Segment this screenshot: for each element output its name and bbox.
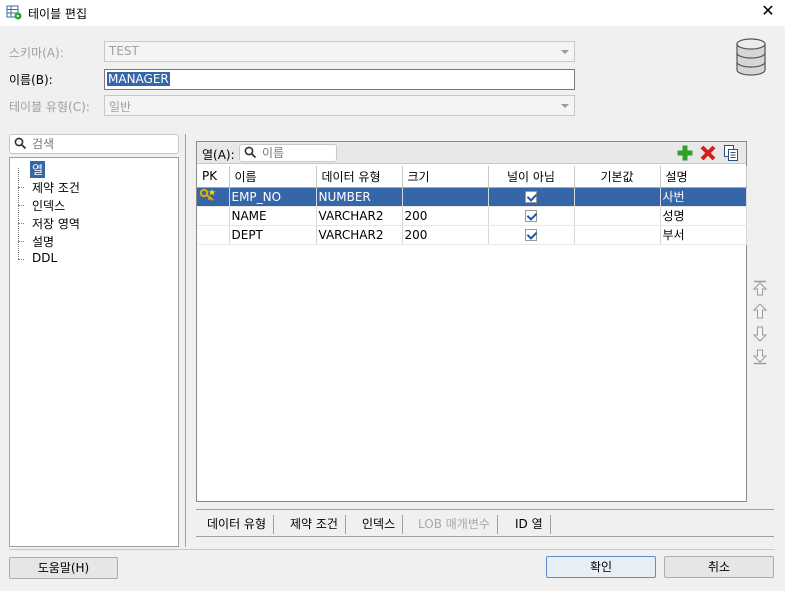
size-cell[interactable]: 200 (402, 225, 489, 245)
not-null-checkbox[interactable] (525, 210, 537, 222)
header-pk[interactable]: PK (197, 166, 230, 188)
delete-column-button[interactable] (699, 144, 717, 162)
tab-identity-column[interactable]: ID 열 (508, 515, 551, 534)
close-button[interactable]: ✕ (754, 0, 782, 24)
copy-column-button[interactable] (722, 144, 740, 162)
help-button[interactable]: 도움말(H) (9, 557, 118, 579)
nav-item-ddl[interactable]: DDL (32, 251, 57, 265)
header-not-null[interactable]: 널이 아님 (488, 166, 575, 188)
name-cell[interactable]: EMP_NO (229, 187, 317, 207)
cancel-button[interactable]: 취소 (664, 556, 774, 578)
not-null-cell[interactable] (488, 206, 575, 226)
size-cell[interactable]: 200 (402, 206, 489, 226)
panel-divider (185, 134, 186, 547)
table-header-row: PK 이름 데이터 유형 크기 널이 아님 기본값 설명 (197, 166, 747, 188)
move-up-button[interactable] (751, 302, 769, 320)
default-cell[interactable] (574, 187, 661, 207)
header-default[interactable]: 기본값 (574, 166, 661, 188)
type-cell[interactable]: VARCHAR2 (316, 225, 403, 245)
move-down-button[interactable] (751, 325, 769, 343)
not-null-checkbox[interactable] (525, 229, 537, 241)
not-null-cell[interactable] (488, 225, 575, 245)
pk-cell[interactable] (197, 187, 230, 207)
type-cell[interactable]: VARCHAR2 (316, 206, 403, 226)
schema-select: TEST (104, 41, 575, 62)
header-size[interactable]: 크기 (402, 166, 489, 188)
table-type-select: 일반 (104, 95, 575, 116)
ok-button[interactable]: 확인 (546, 556, 656, 578)
nav-item-columns[interactable]: 열 (30, 161, 46, 178)
header-name[interactable]: 이름 (229, 166, 317, 188)
table-type-label: 테이블 유형(C): (9, 100, 90, 114)
search-icon (14, 137, 27, 150)
footer-divider (9, 549, 775, 550)
tabstrip-top-border (196, 509, 774, 510)
not-null-checkbox[interactable] (525, 191, 537, 203)
type-cell[interactable]: NUMBER (316, 187, 403, 207)
nav-search-placeholder: 검색 (32, 137, 55, 151)
table-row[interactable]: DEPT VARCHAR2 200 부서 (197, 225, 747, 245)
columns-table: PK 이름 데이터 유형 크기 널이 아님 기본값 설명 EMP_NO NUMB… (197, 166, 747, 245)
nav-item-comment[interactable]: 설명 (32, 233, 54, 250)
name-label: 이름(B): (9, 73, 53, 87)
chevron-down-icon (561, 50, 569, 54)
title-bar (0, 0, 785, 26)
header-data-type[interactable]: 데이터 유형 (316, 166, 403, 188)
name-cell[interactable]: DEPT (229, 225, 317, 245)
size-cell[interactable] (402, 187, 489, 207)
pk-cell[interactable] (197, 225, 230, 245)
move-top-button[interactable] (751, 279, 769, 297)
table-row[interactable]: NAME VARCHAR2 200 성명 (197, 206, 747, 226)
nav-item-indexes[interactable]: 인덱스 (32, 197, 65, 214)
comment-cell[interactable]: 부서 (660, 225, 747, 245)
search-icon (244, 146, 257, 159)
column-search-input[interactable]: 이름 (239, 144, 337, 162)
table-edit-icon (6, 5, 22, 20)
window-title: 테이블 편집 (28, 7, 88, 21)
tab-data-type[interactable]: 데이터 유형 (200, 515, 275, 534)
move-bottom-button[interactable] (751, 348, 769, 366)
header-comment[interactable]: 설명 (660, 166, 747, 188)
nav-item-constraints[interactable]: 제약 조건 (32, 179, 80, 196)
tab-constraints[interactable]: 제약 조건 (283, 515, 346, 534)
nav-tree: 열 제약 조건 인덱스 저장 영역 설명 DDL (9, 157, 179, 547)
nav-item-storage[interactable]: 저장 영역 (32, 215, 80, 232)
schema-label: 스키마(A): (9, 46, 64, 60)
primary-key-icon (199, 188, 216, 201)
name-input[interactable]: MANAGER (104, 69, 575, 90)
name-value: MANAGER (107, 72, 170, 86)
comment-cell[interactable]: 성명 (660, 206, 747, 226)
tab-indexes[interactable]: 인덱스 (355, 515, 404, 534)
table-type-value: 일반 (109, 100, 132, 114)
database-icon (736, 38, 766, 76)
add-column-button[interactable] (676, 144, 694, 162)
nav-search-input[interactable]: 검색 (9, 134, 179, 154)
not-null-cell[interactable] (488, 187, 575, 207)
column-search-placeholder: 이름 (262, 146, 285, 160)
name-cell[interactable]: NAME (229, 206, 317, 226)
columns-label: 열(A): (202, 148, 235, 162)
default-cell[interactable] (574, 225, 661, 245)
table-row[interactable]: EMP_NO NUMBER 사번 (197, 187, 747, 207)
comment-cell[interactable]: 사번 (660, 187, 747, 207)
schema-value: TEST (109, 44, 139, 58)
default-cell[interactable] (574, 206, 661, 226)
tab-lob-params[interactable]: LOB 매개변수 (411, 515, 498, 534)
chevron-down-icon (561, 104, 569, 108)
pk-cell[interactable] (197, 206, 230, 226)
tabstrip-bottom-border (196, 536, 774, 537)
